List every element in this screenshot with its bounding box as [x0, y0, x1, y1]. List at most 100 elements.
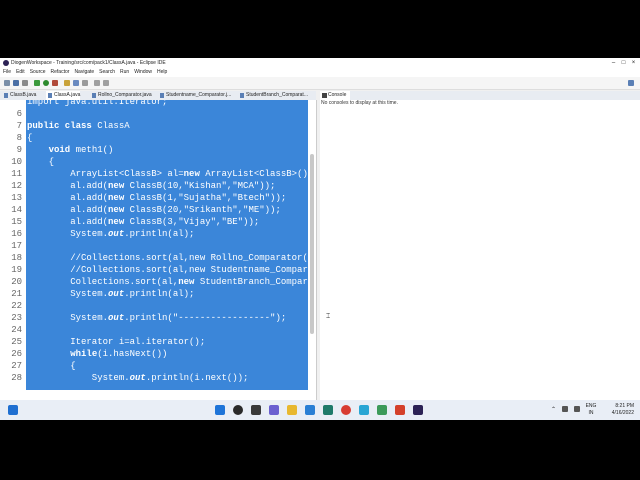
- save-icon[interactable]: [13, 80, 19, 86]
- code-token: al.add(: [27, 193, 109, 203]
- tab-studentname-comparator[interactable]: Studentname_Comparator.j...: [158, 91, 231, 100]
- search-taskbar-icon[interactable]: [233, 405, 243, 415]
- code-line[interactable]: al.add(new ClassB(20,"Srikanth","ME"));: [27, 204, 281, 216]
- new-class-icon[interactable]: [64, 80, 70, 86]
- code-line[interactable]: System.out.println(al);: [27, 228, 194, 240]
- title-bar: DiogenWorkspace - Training/src/com/pack1…: [0, 58, 640, 68]
- editor-tab-bar: ClassB.java ClassA.java Rollno_Comparato…: [0, 91, 316, 100]
- tab-console[interactable]: Console: [320, 91, 351, 100]
- menu-navigate[interactable]: Navigate: [74, 68, 94, 77]
- code-line[interactable]: public class ClassA: [27, 120, 130, 132]
- maximize-button[interactable]: □: [619, 58, 628, 68]
- menu-file[interactable]: File: [3, 68, 11, 77]
- store-icon[interactable]: [323, 405, 333, 415]
- menu-search[interactable]: Search: [99, 68, 115, 77]
- code-token: .println("-----------------");: [124, 313, 287, 323]
- close-button[interactable]: ×: [629, 58, 638, 68]
- app-icon[interactable]: [359, 405, 369, 415]
- minimize-button[interactable]: –: [609, 58, 618, 68]
- code-line[interactable]: Iterator i=al.iterator();: [27, 336, 205, 348]
- code-token: out: [129, 373, 146, 383]
- code-token: .println(al);: [124, 229, 195, 239]
- line-number: 13: [11, 193, 22, 203]
- code-line[interactable]: {: [27, 360, 75, 372]
- code-token: ClassB(20,"Srikanth","ME"));: [129, 205, 281, 215]
- open-type-icon[interactable]: [73, 80, 79, 86]
- code-token: (i.hasNext()): [97, 349, 168, 359]
- forward-icon[interactable]: [103, 80, 109, 86]
- perspective-icon[interactable]: [628, 80, 634, 86]
- code-area[interactable]: import java.util.Iterator; public class C…: [26, 100, 308, 390]
- app-icon[interactable]: [377, 405, 387, 415]
- code-line[interactable]: al.add(new ClassB(3,"Vijay","BE"));: [27, 216, 259, 228]
- menu-source[interactable]: Source: [30, 68, 46, 77]
- coverage-icon[interactable]: [52, 80, 58, 86]
- code-token: ClassB(3,"Vijay","BE"));: [129, 217, 260, 227]
- code-token: new: [108, 217, 130, 227]
- widgets-icon[interactable]: [8, 405, 18, 415]
- code-line[interactable]: void meth1(): [27, 144, 114, 156]
- menu-bar: File Edit Source Refactor Navigate Search Run W…: [0, 68, 640, 77]
- language-indicator[interactable]: ENG IN: [584, 403, 598, 417]
- windows-start-icon[interactable]: [215, 405, 225, 415]
- code-line[interactable]: ArrayList<ClassB> al=new ArrayList<Class…: [27, 168, 308, 180]
- line-number: 27: [11, 361, 22, 371]
- menu-help[interactable]: Help: [157, 68, 167, 77]
- run-icon[interactable]: [43, 80, 49, 86]
- editor-scrollbar[interactable]: [310, 154, 314, 334]
- new-icon[interactable]: [4, 80, 10, 86]
- code-line[interactable]: while(i.hasNext()): [27, 348, 167, 360]
- edge-icon[interactable]: [305, 405, 315, 415]
- file-explorer-icon[interactable]: [287, 405, 297, 415]
- eclipse-taskbar-icon[interactable]: [413, 405, 423, 415]
- debug-icon[interactable]: [34, 80, 40, 86]
- clock[interactable]: 8:21 PM 4/16/2022: [612, 403, 634, 417]
- code-token: //Collections.sort(al,new Studentname_Co…: [70, 265, 308, 275]
- chevron-up-icon[interactable]: ⌃: [551, 406, 556, 413]
- java-file-icon: [160, 93, 164, 98]
- tab-studentbranch-comparator[interactable]: StudentBranch_Comparat...: [238, 91, 308, 100]
- java-file-icon: [48, 93, 52, 98]
- back-icon[interactable]: [94, 80, 100, 86]
- chrome-icon[interactable]: [341, 405, 351, 415]
- tab-classa[interactable]: ClassA.java: [46, 91, 81, 100]
- code-line[interactable]: import java.util.Iterator;: [27, 100, 167, 108]
- line-number: 26: [11, 349, 22, 359]
- volume-icon[interactable]: [574, 406, 580, 412]
- wifi-icon[interactable]: [562, 406, 568, 412]
- console-view[interactable]: No consoles to display at this time.: [320, 100, 640, 402]
- print-icon[interactable]: [22, 80, 28, 86]
- code-line[interactable]: Collections.sort(al,new StudentBranch_Co…: [27, 276, 308, 288]
- chat-icon[interactable]: [269, 405, 279, 415]
- tab-classb[interactable]: ClassB.java: [2, 91, 36, 100]
- code-line[interactable]: //Collections.sort(al,new Studentname_Co…: [27, 264, 308, 276]
- code-token: public class: [27, 121, 98, 131]
- menu-edit[interactable]: Edit: [16, 68, 25, 77]
- code-editor[interactable]: 6 7 8 9 10 11 12 13 14 15 16 17 18 19 20 21 22 23 24 25 26 27…: [0, 100, 317, 402]
- code-line[interactable]: al.add(new ClassB(1,"Sujatha","Btech"));: [27, 192, 286, 204]
- menu-run[interactable]: Run: [120, 68, 129, 77]
- code-line[interactable]: al.add(new ClassB(10,"Kishan","MCA"));: [27, 180, 275, 192]
- menu-window[interactable]: Window: [134, 68, 152, 77]
- tab-rollno-comparator[interactable]: Rollno_Comparator.java: [90, 91, 152, 100]
- code-line[interactable]: {: [27, 156, 54, 168]
- code-line[interactable]: System.out.println(al);: [27, 288, 194, 300]
- code-token: al.add(: [27, 217, 109, 227]
- code-token: ArrayList<ClassB> al=: [27, 169, 184, 179]
- line-number: 8: [16, 133, 22, 143]
- menu-refactor[interactable]: Refactor: [51, 68, 70, 77]
- code-token: while: [70, 349, 98, 359]
- search-icon[interactable]: [82, 80, 88, 86]
- code-line[interactable]: System.out.println(i.next());: [27, 372, 249, 384]
- java-file-icon: [4, 93, 8, 98]
- line-number: 20: [11, 277, 22, 287]
- code-line[interactable]: System.out.println("-----------------");: [27, 312, 286, 324]
- line-number: 7: [16, 121, 22, 131]
- code-token: al.add(: [27, 181, 109, 191]
- app-icon[interactable]: [395, 405, 405, 415]
- code-line[interactable]: {: [27, 132, 32, 144]
- code-line[interactable]: //Collections.sort(al,new Rollno_Compara…: [27, 252, 308, 264]
- task-view-icon[interactable]: [251, 405, 261, 415]
